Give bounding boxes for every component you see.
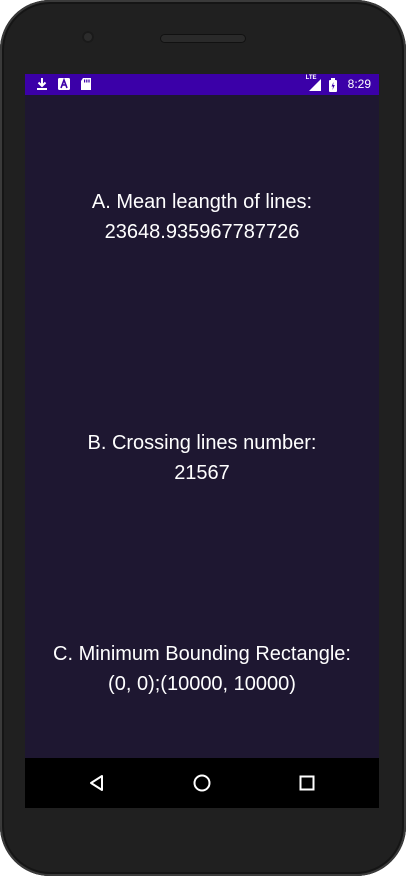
- recents-button[interactable]: [294, 770, 320, 796]
- navigation-bar: [25, 758, 379, 808]
- status-time: 8:29: [347, 77, 371, 91]
- phone-frame: LTE 8:29 A. Mean leangth of lines: 23648…: [0, 0, 406, 876]
- result-c-value: (0, 0);(10000, 10000): [108, 673, 296, 695]
- result-a-label: A. Mean leangth of lines:: [91, 191, 313, 213]
- home-button[interactable]: [189, 770, 215, 796]
- result-b-label: B. Crossing lines number:: [87, 432, 317, 454]
- download-icon: [35, 77, 49, 91]
- network-label: LTE: [305, 74, 317, 81]
- status-right-icons: LTE 8:29: [305, 74, 371, 92]
- result-a-value: 23648.935967787726: [104, 221, 300, 243]
- result-b-value: 21567: [174, 462, 230, 484]
- back-button[interactable]: [84, 770, 110, 796]
- status-left-icons: [35, 77, 93, 91]
- result-c: C. Minimum Bounding Rectangle: (0, 0);(1…: [25, 639, 379, 699]
- front-camera: [82, 31, 94, 43]
- battery-icon: [328, 77, 342, 92]
- result-c-label: C. Minimum Bounding Rectangle:: [53, 643, 351, 665]
- back-icon: [90, 775, 103, 791]
- home-icon: [193, 774, 211, 792]
- signal-icon: LTE: [305, 74, 322, 92]
- recents-icon: [299, 775, 315, 791]
- screen: LTE 8:29 A. Mean leangth of lines: 23648…: [25, 74, 379, 808]
- result-b: B. Crossing lines number: 21567: [25, 428, 379, 488]
- sd-card-icon: [79, 77, 93, 91]
- result-a: A. Mean leangth of lines: 23648.93596778…: [25, 187, 379, 247]
- status-bar: LTE 8:29: [25, 74, 379, 95]
- text-app-icon: [57, 77, 71, 91]
- earpiece-speaker: [160, 34, 246, 43]
